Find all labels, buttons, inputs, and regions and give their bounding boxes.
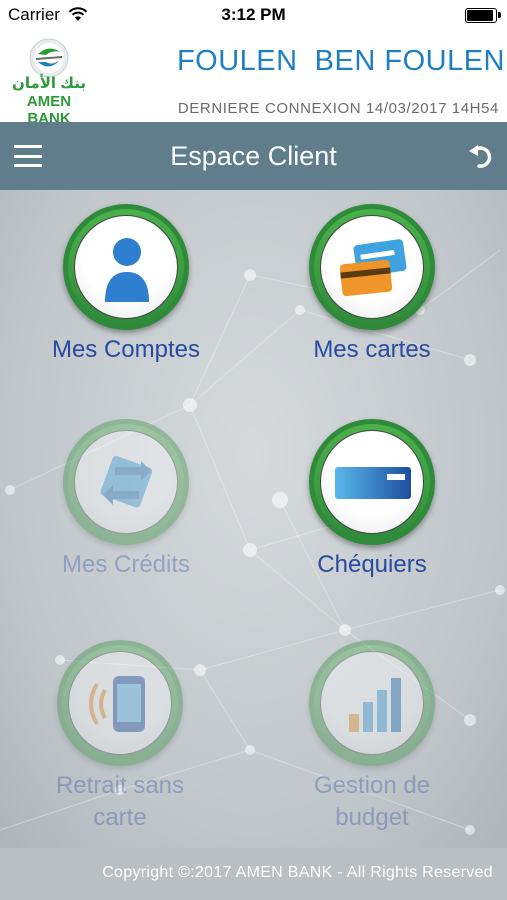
battery-icon: [465, 8, 501, 23]
cheque-icon: [335, 467, 411, 499]
last-login: DERNIERE CONNEXION 14/03/2017 14H54: [177, 100, 499, 117]
phone-contactless-icon: [89, 676, 145, 732]
tile-button[interactable]: [63, 204, 189, 330]
undo-arrow-icon[interactable]: [467, 142, 495, 170]
page-title: Espace Client: [170, 141, 337, 171]
tile-label: Gestion de budget: [313, 772, 431, 831]
tile-button[interactable]: [309, 204, 435, 330]
copyright-text: Copyright ©:2017 AMEN BANK - All Rights …: [102, 864, 493, 881]
tile-gestion-de-budget[interactable]: Gestion de budget: [252, 640, 492, 834]
tile-label: Retrait sans carte: [55, 772, 185, 831]
tile-chequiers[interactable]: Chéquiers: [252, 419, 492, 581]
tile-label: Chéquiers: [317, 551, 427, 578]
app-header: بنك الأمان AMEN BANK FOULEN BEN FOULEN D…: [0, 30, 507, 127]
status-bar: Carrier 3:12 PM: [0, 0, 507, 30]
dashboard-area: Mes Comptes Mes cartes Mes Crédits Chéqu…: [0, 190, 507, 848]
tile-label: Mes Comptes: [51, 336, 201, 363]
nav-bar: Espace Client: [0, 122, 507, 190]
tile-mes-comptes[interactable]: Mes Comptes: [6, 204, 246, 366]
tile-button[interactable]: [63, 419, 189, 545]
tile-label: Mes cartes: [313, 336, 431, 363]
credit-icon: [100, 455, 153, 508]
bank-name-arabic: بنك الأمان: [12, 75, 86, 92]
tile-label: Mes Crédits: [61, 551, 191, 578]
footer: Copyright ©:2017 AMEN BANK - All Rights …: [0, 848, 507, 900]
user-icon: [105, 238, 149, 302]
tile-button[interactable]: [309, 640, 435, 766]
tile-button[interactable]: [57, 640, 183, 766]
clock: 3:12 PM: [221, 5, 286, 24]
tile-retrait-sans-carte[interactable]: Retrait sans carte: [0, 640, 240, 834]
tile-button[interactable]: [309, 419, 435, 545]
tile-mes-credits[interactable]: Mes Crédits: [6, 419, 246, 581]
tile-mes-cartes[interactable]: Mes cartes: [252, 204, 492, 366]
bar-chart-icon: [349, 678, 401, 732]
user-name: FOULEN BEN FOULEN: [176, 45, 505, 77]
cards-icon: [339, 239, 407, 297]
